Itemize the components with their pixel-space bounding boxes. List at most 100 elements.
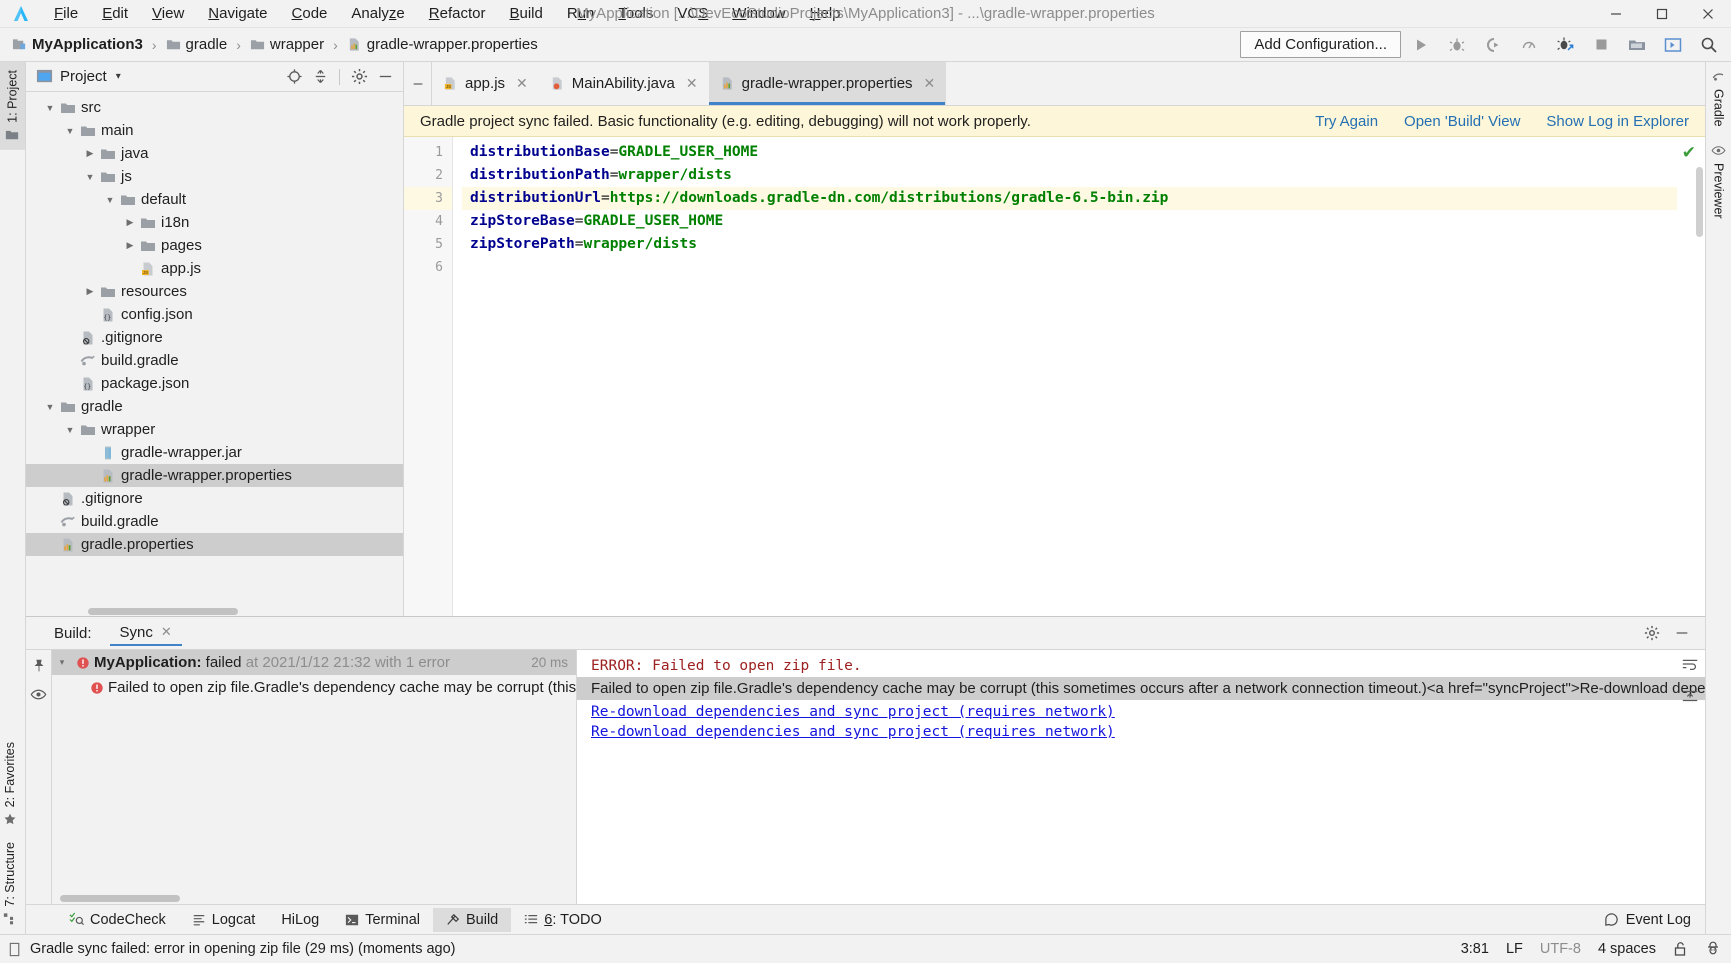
tree-item[interactable]: ▼ src [26, 96, 403, 119]
tree-item[interactable]: build.gradle [26, 510, 403, 533]
chevron-right-icon[interactable]: ▶ [122, 217, 138, 228]
collapse-all-icon[interactable] [308, 65, 332, 89]
tab-app-js[interactable]: JS app.js ✕ [432, 62, 539, 105]
tool-window-logcat[interactable]: Logcat [179, 908, 269, 932]
pin-icon[interactable] [31, 658, 47, 674]
code-editor[interactable]: 123456 distributionBase=GRADLE_USER_HOME… [404, 137, 1705, 616]
hide-panel-icon[interactable] [1669, 620, 1695, 646]
tree-item[interactable]: ▶ i18n [26, 211, 403, 234]
menu-file[interactable]: File [42, 2, 90, 25]
tree-item[interactable]: ▼ gradle [26, 395, 403, 418]
chevron-down-icon[interactable]: ▾ [116, 71, 121, 82]
maximize-button[interactable] [1639, 0, 1685, 27]
menu-window[interactable]: Window [720, 2, 797, 25]
device-file-explorer-icon[interactable] [1657, 31, 1689, 59]
build-tree-horizontal-scrollbar[interactable] [52, 895, 576, 902]
tab-close-icon[interactable]: ✕ [924, 75, 936, 92]
scroll-end-icon[interactable] [1679, 686, 1701, 706]
chevron-down-icon[interactable]: ▼ [62, 126, 78, 136]
tree-item[interactable]: ▶ resources [26, 280, 403, 303]
chevron-down-icon[interactable]: ▼ [82, 172, 98, 182]
hector-icon[interactable] [1705, 941, 1721, 957]
code-line[interactable]: zipStorePath=wrapper/dists [462, 233, 1677, 256]
indent-setting[interactable]: 4 spaces [1598, 941, 1656, 957]
tab-gradle-wrapper-properties[interactable]: gradle-wrapper.properties ✕ [708, 62, 947, 105]
open-build-view-link[interactable]: Open 'Build' View [1404, 113, 1520, 130]
breadcrumb-item-file[interactable]: gradle-wrapper.properties [343, 34, 542, 55]
tree-item[interactable]: build.gradle [26, 349, 403, 372]
line-separator[interactable]: LF [1506, 941, 1523, 957]
tab-close-icon[interactable]: ✕ [686, 75, 698, 92]
breadcrumb-item-wrapper[interactable]: wrapper [246, 34, 328, 55]
menu-refactor[interactable]: Refactor [417, 2, 498, 25]
chevron-down-icon[interactable]: ▼ [42, 103, 58, 113]
profile-icon[interactable] [1513, 31, 1545, 59]
tab-mainability-java[interactable]: MainAbility.java ✕ [539, 62, 709, 105]
chevron-down-icon[interactable]: ▼ [62, 425, 78, 435]
editor-scroll-markers[interactable]: ✔ [1677, 137, 1705, 616]
tool-window-codecheck[interactable]: CodeCheck [56, 908, 179, 932]
unlocked-icon[interactable] [1673, 941, 1688, 957]
menu-help[interactable]: Help [798, 2, 853, 25]
tool-window-terminal[interactable]: Terminal [332, 908, 433, 932]
sidebar-item-previewer[interactable]: Previewer [1706, 135, 1731, 227]
search-everywhere-icon[interactable] [1693, 31, 1725, 59]
tool-window-build[interactable]: Build [433, 907, 512, 932]
status-message[interactable]: Gradle sync failed: error in opening zip… [30, 941, 456, 957]
build-results-tree[interactable]: ▾ MyApplication: failed at 2021/1/12 21:3… [52, 650, 577, 904]
sidebar-item-favorites[interactable]: 2: Favorites [0, 734, 20, 834]
tree-item[interactable]: ▼ wrapper [26, 418, 403, 441]
re-download-link-2[interactable]: Re-download dependencies and sync projec… [577, 720, 1705, 740]
soft-wrap-icon[interactable] [1679, 654, 1701, 674]
run-coverage-icon[interactable] [1477, 31, 1509, 59]
chevron-right-icon[interactable]: ▶ [82, 286, 98, 297]
tree-item[interactable]: gradle.properties [26, 533, 403, 556]
settings-gear-icon[interactable] [1639, 620, 1665, 646]
try-again-link[interactable]: Try Again [1315, 113, 1378, 130]
menu-tools[interactable]: Tools [606, 2, 665, 25]
breadcrumb-item-module[interactable]: MyApplication3 [8, 34, 147, 55]
menu-run[interactable]: Run [555, 2, 607, 25]
tool-window-hilog[interactable]: HiLog [268, 908, 332, 932]
tree-item[interactable]: ▼ js [26, 165, 403, 188]
event-log-label[interactable]: Event Log [1626, 912, 1691, 928]
editor-vertical-scrollbar[interactable] [1696, 167, 1703, 237]
code-line[interactable]: distributionPath=wrapper/dists [462, 164, 1677, 187]
tree-item[interactable]: ▼ main [26, 119, 403, 142]
project-file-tree[interactable]: ▼ src ▼ main ▶ java ▼ js ▼ default ▶ i18n ▶ pages JS ap… [26, 92, 403, 616]
attach-debugger-icon[interactable] [1549, 31, 1581, 59]
caret-position[interactable]: 3:81 [1461, 941, 1489, 957]
menu-edit[interactable]: Edit [90, 2, 140, 25]
code-line[interactable]: zipStoreBase=GRADLE_USER_HOME [462, 210, 1677, 233]
re-download-link-1[interactable]: Re-download dependencies and sync projec… [577, 700, 1705, 720]
chevron-down-icon[interactable]: ▼ [102, 195, 118, 205]
hide-editor-icon[interactable] [404, 62, 432, 105]
tree-item[interactable]: gradle-wrapper.properties [26, 464, 403, 487]
menu-view[interactable]: View [140, 2, 196, 25]
build-tree-row[interactable]: ▾ MyApplication: failed at 2021/1/12 21:3… [52, 650, 576, 675]
menu-code[interactable]: Code [280, 2, 340, 25]
eye-icon[interactable] [30, 686, 47, 703]
sidebar-item-project[interactable]: 1: Project [0, 62, 25, 150]
code-line[interactable]: distributionBase=GRADLE_USER_HOME [462, 141, 1677, 164]
tab-close-icon[interactable]: ✕ [516, 75, 528, 92]
minimize-button[interactable] [1593, 0, 1639, 27]
menu-navigate[interactable]: Navigate [196, 2, 279, 25]
build-tab-sync[interactable]: Sync ✕ [109, 621, 182, 646]
device-manager-icon[interactable] [1621, 31, 1653, 59]
tool-window-todo[interactable]: 6: TODO [511, 908, 615, 932]
tree-item[interactable]: .gitignore [26, 326, 403, 349]
breadcrumb-item-gradle[interactable]: gradle [162, 34, 232, 55]
build-tree-row[interactable]: Failed to open zip file.Gradle's depende… [52, 675, 576, 700]
hide-panel-icon[interactable] [373, 65, 397, 89]
build-detail-pane[interactable]: ERROR: Failed to open zip file. Failed t… [577, 650, 1705, 904]
menu-build[interactable]: Build [497, 2, 554, 25]
tree-item[interactable]: ▶ java [26, 142, 403, 165]
code-content[interactable]: distributionBase=GRADLE_USER_HOME distrib… [462, 137, 1677, 616]
close-button[interactable] [1685, 0, 1731, 27]
settings-gear-icon[interactable] [347, 65, 371, 89]
chevron-down-icon[interactable]: ▼ [42, 402, 58, 412]
chevron-right-icon[interactable]: ▶ [122, 240, 138, 251]
tree-item[interactable]: .gitignore [26, 487, 403, 510]
sidebar-item-gradle[interactable]: Gradle [1706, 62, 1731, 135]
